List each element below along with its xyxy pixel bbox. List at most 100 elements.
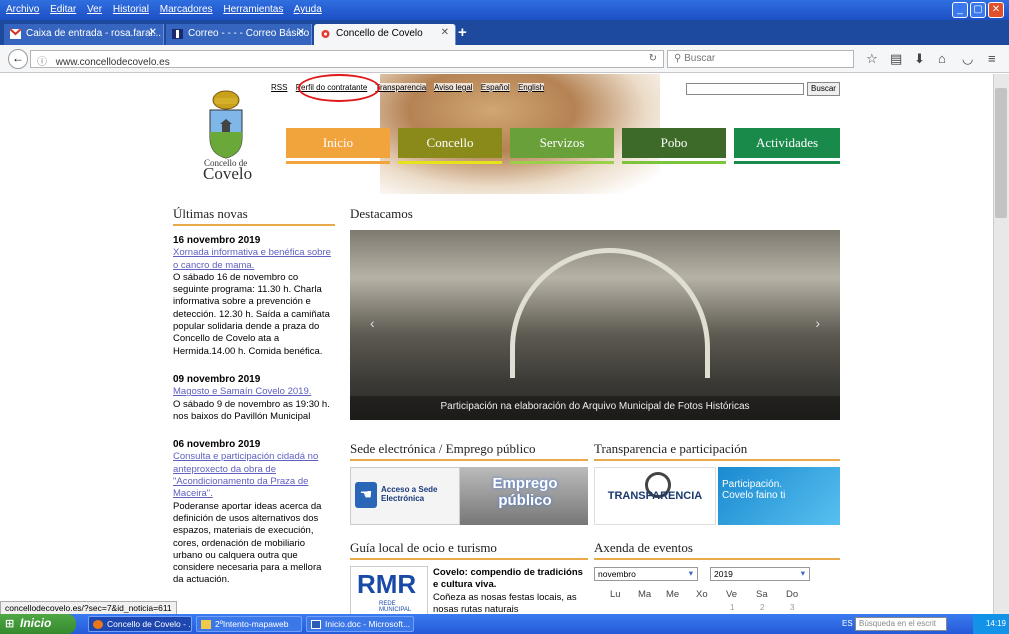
clock[interactable]: 14:19	[986, 619, 1006, 628]
espanol-link[interactable]: Español	[480, 83, 510, 92]
nav-inicio[interactable]: Inicio	[286, 128, 390, 164]
info-icon[interactable]: ⓘ	[37, 57, 47, 68]
aviso-legal-link[interactable]: Aviso legal	[434, 83, 473, 92]
news-item: 06 novembro 2019 Consulta e participació…	[173, 439, 333, 587]
taskbar-item-folder[interactable]: 2ºIntento-mapaweb	[196, 616, 302, 632]
taskbar-item-label: Concello de Covelo - ...	[107, 619, 192, 629]
hamburger-menu-icon[interactable]: ≡	[988, 51, 996, 66]
featured-slider[interactable]: ‹ › Participación na elaboración do Arqu…	[350, 230, 840, 420]
menu-ayuda[interactable]: Ayuda	[294, 4, 322, 15]
axenda-section-title: Axenda de eventos	[594, 540, 693, 555]
minimize-button[interactable]: _	[952, 2, 968, 18]
download-icon[interactable]: ⬇	[914, 51, 925, 67]
close-window-button[interactable]: ✕	[988, 2, 1004, 18]
close-tab-icon[interactable]: ✕	[149, 27, 157, 38]
start-label: Inicio	[20, 616, 52, 630]
nav-servizos[interactable]: Servizos	[510, 128, 614, 164]
taskbar-item-firefox[interactable]: Concello de Covelo - ...	[88, 616, 192, 632]
menu-marcadores[interactable]: Marcadores	[160, 4, 213, 15]
logo-text-big[interactable]: Covelo	[203, 164, 252, 184]
calendar-year-value: 2019	[714, 569, 733, 579]
news-link[interactable]: Magosto e Samaín Covelo 2019.	[173, 386, 333, 398]
bookmark-star-icon[interactable]: ☆	[866, 51, 878, 67]
news-text: O sábado 16 de novembro co seguinte prog…	[173, 271, 330, 357]
sede-banner-text: Acceso a Sede Electrónica	[381, 485, 438, 503]
rmr-logo[interactable]: RMR REDE MUNICIPAL	[350, 566, 428, 614]
close-tab-icon[interactable]: ✕	[441, 27, 449, 38]
url-bar[interactable]: ⓘ www.concellodecovelo.es ↻	[30, 50, 664, 68]
menu-ver[interactable]: Ver	[87, 4, 102, 15]
taskbar-item-label: 2ºIntento-mapaweb	[215, 619, 289, 629]
reload-icon[interactable]: ↻	[649, 53, 657, 64]
nav-actividades[interactable]: Actividades	[734, 128, 840, 164]
coat-of-arms-logo	[209, 90, 243, 159]
guia-headline[interactable]: Covelo: compendio de tradicións e cultur…	[433, 567, 588, 591]
calendar-month-select[interactable]: novembro ▾	[594, 567, 698, 581]
sede-section-title: Sede electrónica / Emprego público	[350, 441, 536, 456]
menu-archivo[interactable]: Archivo	[6, 4, 39, 15]
chevron-down-icon: ▾	[688, 568, 693, 578]
news-section-title: Últimas novas	[173, 206, 248, 221]
calendar-date[interactable]: 2	[760, 603, 764, 612]
page-scrollbar-thumb[interactable]	[995, 88, 1007, 218]
nav-pobo[interactable]: Pobo	[622, 128, 726, 164]
menu-herramientas[interactable]: Herramientas	[223, 4, 283, 15]
calendar-day-header: Do	[786, 589, 799, 600]
taskbar-item-word[interactable]: Inicio.doc - Microsoft...	[306, 616, 414, 632]
web-page: RSS Perfil do contratante Transparencia …	[0, 74, 1009, 614]
rss-link[interactable]: RSS	[271, 83, 288, 92]
slider-prev-arrow[interactable]: ‹	[370, 315, 375, 331]
axenda-title-underline	[594, 558, 840, 560]
tab-correo[interactable]: Correo - - - - Correo Básico ✕	[166, 24, 312, 45]
menu-historial[interactable]: Historial	[113, 4, 149, 15]
calendar-day-header: Lu	[610, 589, 621, 600]
new-tab-button[interactable]: +	[458, 24, 467, 41]
language-indicator[interactable]: ES	[842, 619, 853, 628]
pocket-icon[interactable]: ◡	[962, 51, 973, 67]
maximize-button[interactable]: ▢	[970, 2, 986, 18]
taskbar-search-input[interactable]: Búsqueda en el escrit	[855, 617, 947, 631]
windows-taskbar: ⊞ Inicio Concello de Covelo - ... 2ºInte…	[0, 614, 1009, 634]
news-link[interactable]: Xornada informativa e benéfica sobre o c…	[173, 247, 333, 272]
calendar-date[interactable]: 1	[730, 603, 734, 612]
nav-label: Servizos	[539, 135, 585, 150]
folder-icon	[201, 620, 211, 629]
sede-title-underline	[350, 459, 588, 461]
start-button[interactable]: ⊞ Inicio	[0, 614, 76, 634]
close-tab-icon[interactable]: ✕	[297, 27, 305, 38]
calendar-date[interactable]: 3	[790, 603, 794, 612]
firefox-icon	[93, 620, 103, 629]
site-search-input[interactable]	[686, 83, 804, 95]
featured-section-title: Destacamos	[350, 206, 413, 221]
calendar-year-select[interactable]: 2019 ▾	[710, 567, 810, 581]
nav-label: Inicio	[322, 135, 354, 150]
transparencia-banner[interactable]: TRANSPARENCIA	[594, 467, 716, 525]
guia-title-underline	[350, 558, 588, 560]
english-link[interactable]: English	[517, 83, 545, 92]
transparencia-link[interactable]: Transparencia	[375, 83, 427, 92]
nav-label: Pobo	[660, 135, 688, 150]
back-button[interactable]: ←	[8, 49, 28, 69]
participacion-banner[interactable]: Participación. Covelo faino ti	[718, 467, 840, 525]
news-link[interactable]: Consulta e participación cidadá no antep…	[173, 451, 333, 500]
site-search-button[interactable]: Buscar	[807, 82, 840, 96]
slider-next-arrow[interactable]: ›	[815, 315, 820, 331]
browser-search-input[interactable]: ⚲ Buscar	[667, 50, 854, 68]
tab-gmail[interactable]: Caixa de entrada - rosa.faral... ✕	[4, 24, 164, 45]
nav-underline	[510, 161, 614, 164]
menu-editar[interactable]: Editar	[50, 4, 76, 15]
red-circle-annotation	[298, 74, 380, 102]
reading-list-icon[interactable]: ▤	[890, 51, 902, 67]
nav-underline	[734, 161, 840, 164]
emprego-publico-banner[interactable]: Emprego público	[460, 467, 588, 525]
tab-concello[interactable]: Concello de Covelo ✕	[314, 24, 456, 45]
nav-label: Concello	[426, 135, 474, 150]
calendar-day-header: Ma	[638, 589, 652, 600]
nav-concello[interactable]: Concello	[398, 128, 502, 164]
sede-electronica-banner[interactable]: ☚ Acceso a Sede Electrónica	[350, 467, 460, 525]
news-item: 09 novembro 2019 Magosto e Samaín Covelo…	[173, 374, 333, 423]
news-date: 06 novembro 2019	[173, 439, 261, 451]
home-icon[interactable]: ⌂	[938, 51, 946, 66]
news-date: 09 novembro 2019	[173, 373, 261, 385]
tab-label: Correo - - - - Correo Básico	[188, 28, 310, 39]
